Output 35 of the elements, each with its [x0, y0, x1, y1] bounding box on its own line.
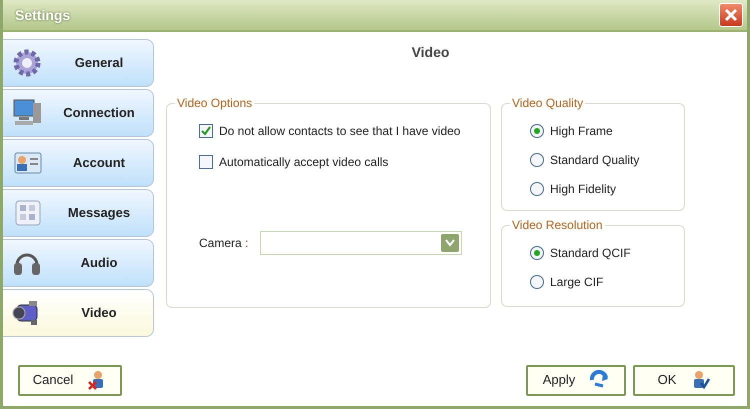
sidebar-tab[interactable]: Account [3, 139, 154, 187]
group-title: Video Resolution [510, 218, 605, 232]
refresh-icon [589, 370, 610, 390]
group-title: Video Quality [510, 96, 586, 110]
close-icon [724, 8, 738, 22]
camera-dropdown[interactable] [260, 231, 462, 255]
sidebar-tab[interactable]: Messages [3, 189, 154, 237]
sidebar-tab[interactable]: Video [3, 289, 154, 337]
dialog-button[interactable]: Apply [526, 364, 626, 396]
checkbox[interactable] [199, 124, 213, 138]
radio-label: Standard Quality [550, 152, 640, 169]
window-title: Settings [15, 6, 70, 25]
checkbox[interactable] [199, 155, 213, 169]
checkbox-label: Do not allow contacts to see that I have video [219, 123, 460, 140]
page-heading: Video [410, 43, 450, 62]
radio-button[interactable] [530, 124, 544, 138]
radio-label: Large CIF [550, 274, 604, 291]
radio-label: Standard QCIF [550, 245, 631, 262]
checkbox-label: Automatically accept video calls [219, 154, 388, 171]
radio-button[interactable] [530, 182, 544, 196]
radio-label: High Fidelity [550, 181, 616, 198]
dialog-button[interactable]: Cancel [18, 364, 122, 396]
dropdown-icon [441, 234, 460, 252]
radio-button[interactable] [530, 246, 544, 260]
close-button[interactable] [719, 3, 743, 27]
gear-icon [11, 47, 43, 79]
radio-label: High Frame [550, 123, 613, 140]
radio-button[interactable] [530, 275, 544, 289]
sidebar-tab[interactable]: General [3, 39, 154, 87]
sidebar-tab[interactable]: Audio [3, 239, 154, 287]
sidebar-tab[interactable]: Connection [3, 89, 154, 137]
dialog-button[interactable]: OK [633, 364, 735, 396]
radio-button[interactable] [530, 153, 544, 167]
camera-label: Camera : [199, 235, 248, 252]
group-title: Video Options [175, 96, 254, 110]
